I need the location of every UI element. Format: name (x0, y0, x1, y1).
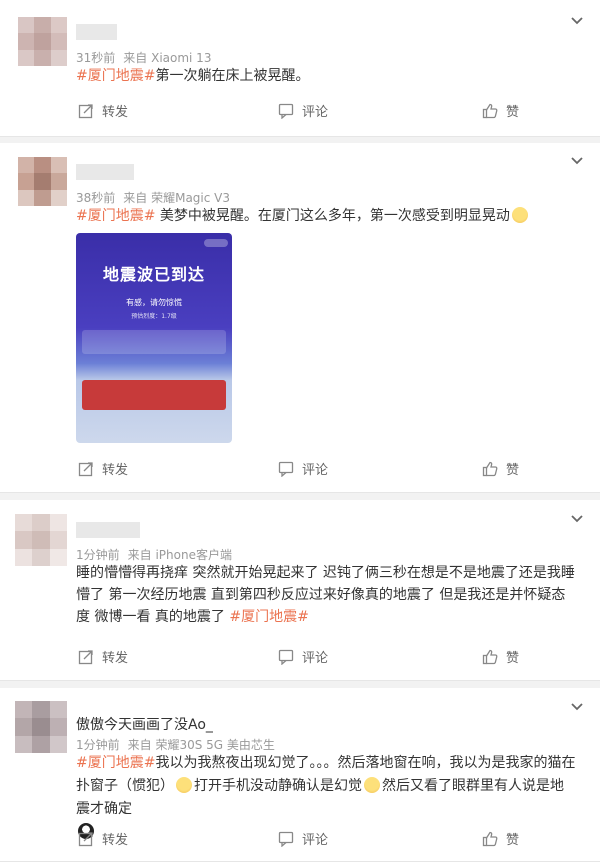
like-icon (482, 103, 498, 118)
post-image[interactable]: 地震波已到达 有感，请勿惊慌 预估烈度：1.7级 (76, 233, 232, 443)
post-card: 31秒前 来自 Xiaomi 13 #厦门地震#第一次躺在床上被晃醒。 转发 评论… (0, 0, 600, 137)
comment-icon (278, 461, 294, 477)
hashtag-link[interactable]: #厦门地震# (76, 68, 155, 84)
hashtag-link[interactable]: #厦门地震# (76, 755, 155, 771)
avatar[interactable] (18, 157, 67, 206)
comment-button[interactable]: 评论 (278, 647, 328, 666)
comment-button[interactable]: 评论 (278, 829, 328, 848)
comment-icon (278, 831, 294, 847)
avatar[interactable] (18, 17, 67, 66)
post-actions: 转发 评论 赞 (0, 96, 600, 126)
like-button[interactable]: 赞 (482, 101, 519, 120)
post-source: 来自 荣耀Magic V3 (123, 191, 231, 205)
post-text: #厦门地震# 美梦中被晃醒。在厦门这么多年，第一次感受到明显晃动 (76, 206, 586, 227)
image-alert-bar (82, 380, 226, 410)
username-redacted[interactable] (76, 164, 134, 180)
repost-button[interactable]: 转发 (78, 101, 128, 120)
image-stats-card (82, 330, 226, 354)
repost-button[interactable]: 转发 (78, 459, 128, 478)
like-button[interactable]: 赞 (482, 459, 519, 478)
image-intensity: 预估烈度：1.7级 (131, 313, 177, 320)
like-icon (482, 649, 498, 664)
post-text: #厦门地震#第一次躺在床上被晃醒。 (76, 68, 310, 84)
post-actions: 转发 评论 赞 (0, 642, 600, 672)
username-redacted[interactable] (76, 24, 117, 40)
image-headline: 地震波已到达 (102, 265, 205, 284)
post-actions: 转发 评论 赞 (0, 824, 600, 854)
repost-icon (78, 649, 93, 664)
avatar[interactable] (15, 701, 67, 753)
post-time: 31秒前 (76, 51, 116, 65)
image-subtitle: 有感，请勿惊慌 (126, 298, 182, 307)
username[interactable]: 傲傲今天画画了没Ao_ (76, 714, 213, 734)
repost-button[interactable]: 转发 (78, 829, 128, 848)
post-actions: 转发 评论 赞 (0, 454, 600, 484)
comment-icon (278, 649, 294, 665)
like-icon (482, 461, 498, 476)
laugh-cry-emoji-icon (364, 777, 380, 793)
chevron-down-icon[interactable] (570, 514, 584, 524)
laugh-cry-emoji-icon (176, 777, 192, 793)
post-source: 来自 iPhone客户端 (127, 548, 232, 562)
repost-icon (78, 103, 93, 118)
comment-button[interactable]: 评论 (278, 101, 328, 120)
post-card: 傲傲今天画画了没Ao_ 1分钟前 来自 荣耀30S 5G 美由芯生 #厦门地震#我… (0, 688, 600, 862)
post-text: 睡的懵懵得再挠痒 突然就开始晃起来了 迟钝了俩三秒在想是不是地震了还是我睡懵了 … (76, 565, 575, 625)
post-meta: 1分钟前 来自 荣耀30S 5G 美由芯生 (76, 736, 283, 753)
like-icon (482, 831, 498, 846)
post-card: 1分钟前 来自 iPhone客户端 睡的懵懵得再挠痒 突然就开始晃起来了 迟钝了俩… (0, 500, 600, 681)
post-meta: 1分钟前 来自 iPhone客户端 (76, 546, 240, 563)
post-time: 1分钟前 (76, 738, 120, 752)
scared-emoji-icon (511, 207, 528, 223)
post-meta: 38秒前 来自 荣耀Magic V3 (76, 189, 238, 206)
alert-badge (204, 239, 228, 247)
like-button[interactable]: 赞 (482, 647, 519, 666)
hashtag-link[interactable]: #厦门地震# (76, 208, 155, 224)
chevron-down-icon[interactable] (570, 156, 584, 166)
comment-button[interactable]: 评论 (278, 459, 328, 478)
comment-icon (278, 103, 294, 119)
chevron-down-icon[interactable] (570, 16, 584, 26)
repost-icon (78, 831, 93, 846)
post-time: 1分钟前 (76, 548, 120, 562)
avatar[interactable] (15, 514, 67, 566)
post-card: 38秒前 来自 荣耀Magic V3 #厦门地震# 美梦中被晃醒。在厦门这么多年，… (0, 143, 600, 493)
repost-button[interactable]: 转发 (78, 647, 128, 666)
like-button[interactable]: 赞 (482, 829, 519, 848)
hashtag-link[interactable]: #厦门地震# (229, 609, 308, 625)
chevron-down-icon[interactable] (570, 702, 584, 712)
post-time: 38秒前 (76, 191, 116, 205)
username-redacted[interactable] (76, 522, 140, 538)
post-source: 来自 荣耀30S 5G 美由芯生 (127, 738, 275, 752)
post-meta: 31秒前 来自 Xiaomi 13 (76, 49, 219, 66)
post-source: 来自 Xiaomi 13 (123, 51, 212, 65)
repost-icon (78, 461, 93, 476)
